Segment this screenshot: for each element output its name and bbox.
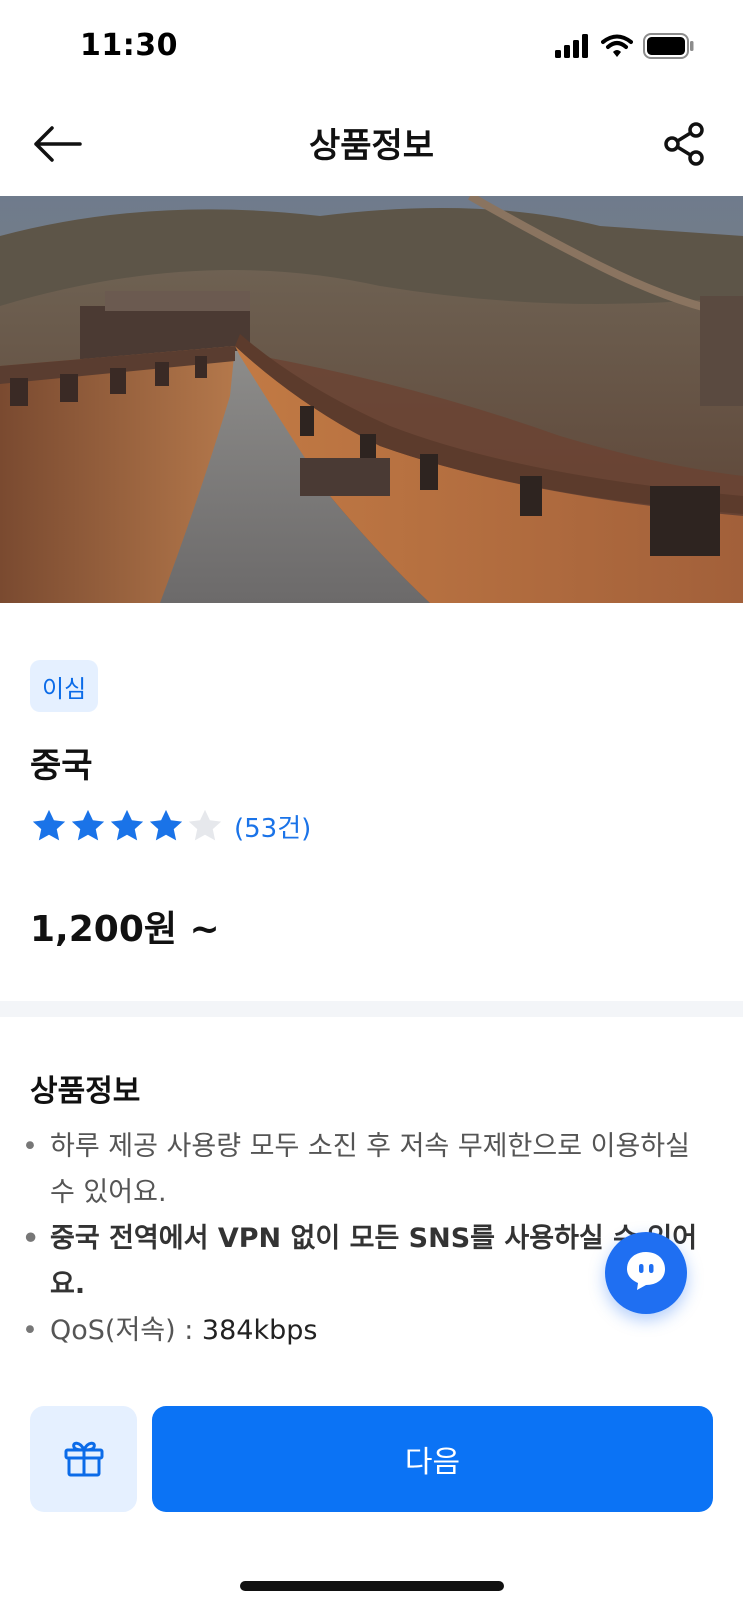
- star-filled-icon: [108, 807, 146, 845]
- signal-icon: [555, 34, 591, 62]
- qos-value: 384kbps: [201, 1315, 318, 1346]
- product-name: 중국: [30, 746, 93, 786]
- chat-icon: [623, 1249, 669, 1297]
- info-section-title: 상품정보: [30, 1074, 141, 1109]
- review-count[interactable]: (53건): [234, 808, 311, 845]
- wifi-icon: [601, 34, 633, 62]
- esim-badge: 이심: [30, 660, 99, 712]
- share-icon: [662, 121, 708, 171]
- nav-bar: 상품정보: [0, 100, 743, 196]
- page-title: 상품정보: [308, 126, 435, 166]
- product-hero-image: [0, 196, 743, 603]
- status-icons: [555, 33, 695, 63]
- section-divider: [0, 1001, 743, 1017]
- chat-button[interactable]: [605, 1232, 687, 1314]
- status-bar: 11:30: [0, 0, 743, 100]
- bullet: •: [22, 1131, 38, 1162]
- product-price: 1,200원 ~: [30, 909, 220, 950]
- battery-icon: [643, 33, 695, 63]
- info-item-text: 중국 전역에서 VPN 없이 모든 SNS를 사용하실 수 있어요.: [50, 1223, 698, 1300]
- rating[interactable]: (53건): [30, 806, 311, 846]
- info-item: • 하루 제공 사용량 모두 소진 후 저속 무제한으로 이용하실 수 있어요.: [22, 1124, 712, 1216]
- star-filled-icon: [30, 807, 68, 845]
- bullet: •: [22, 1223, 40, 1254]
- star-filled-icon: [147, 807, 185, 845]
- bullet: •: [22, 1315, 38, 1346]
- qos-label: QoS(저속) :: [50, 1315, 202, 1346]
- next-button[interactable]: 다음: [152, 1406, 713, 1512]
- home-indicator: [240, 1581, 504, 1591]
- rating-stars: [30, 807, 224, 845]
- gift-button[interactable]: [30, 1406, 137, 1512]
- info-item-text: 하루 제공 사용량 모두 소진 후 저속 무제한으로 이용하실 수 있어요.: [50, 1131, 690, 1208]
- star-filled-icon: [69, 807, 107, 845]
- share-button[interactable]: [655, 116, 715, 176]
- status-time: 11:30: [80, 28, 178, 63]
- star-empty-icon: [186, 807, 224, 845]
- info-list: • 하루 제공 사용량 모두 소진 후 저속 무제한으로 이용하실 수 있어요.…: [22, 1124, 712, 1354]
- gift-icon: [62, 1435, 106, 1483]
- info-item: • QoS(저속) : 384kbps: [22, 1308, 712, 1354]
